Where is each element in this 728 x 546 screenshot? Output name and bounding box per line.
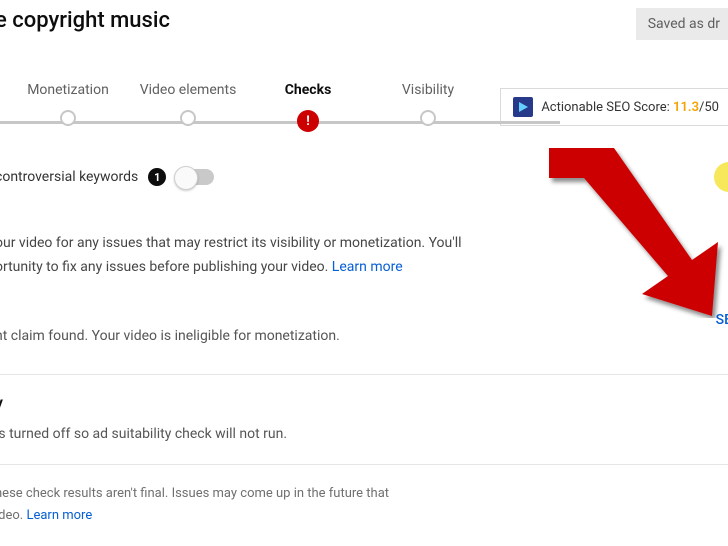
step-label: Checks	[285, 82, 332, 98]
controversial-keywords-row: controversial keywords 1	[0, 168, 728, 186]
step-checks[interactable]: Checks	[248, 82, 368, 132]
saved-status-pill: Saved as dr	[636, 8, 728, 40]
keywords-toggle[interactable]	[176, 169, 214, 185]
step-label: Monetization	[27, 82, 109, 98]
upload-stepper: Monetization Video elements Checks Visib…	[0, 82, 500, 132]
step-dot-icon	[180, 110, 196, 126]
learn-more-link[interactable]: Learn more	[332, 259, 403, 275]
copyright-claim-text: ht claim found. Your video is ineligible…	[0, 328, 728, 344]
divider	[0, 464, 728, 465]
checks-description: our video for any issues that may restri…	[0, 232, 535, 280]
ad-suitability-heading: y	[0, 393, 728, 412]
divider	[0, 374, 728, 375]
step-label: Video elements	[140, 82, 237, 98]
annotation-arrow-icon	[494, 138, 728, 318]
decorative-blob	[714, 162, 728, 192]
step-visibility[interactable]: Visibility	[368, 82, 488, 126]
learn-more-link[interactable]: Learn more	[26, 508, 92, 523]
page-title: e copyright music	[0, 8, 170, 33]
see-details-link[interactable]: SE	[716, 312, 728, 328]
step-monetization[interactable]: Monetization	[8, 82, 128, 126]
ad-suitability-text: is turned off so ad suitability check wi…	[0, 426, 728, 442]
keywords-count-badge: 1	[148, 168, 166, 186]
seo-score-value: 11.3	[673, 100, 699, 115]
keywords-label: controversial keywords	[0, 169, 138, 185]
step-dot-icon	[420, 110, 436, 126]
step-video-elements[interactable]: Video elements	[128, 82, 248, 126]
seo-play-icon	[513, 97, 533, 117]
disclaimer-text: nese check results aren't final. Issues …	[0, 483, 475, 527]
seo-score-total: /50	[699, 100, 719, 115]
step-label: Visibility	[402, 82, 454, 98]
step-dot-icon	[60, 110, 76, 126]
alert-icon	[297, 110, 319, 132]
seo-label: Actionable SEO Score:	[541, 100, 673, 115]
